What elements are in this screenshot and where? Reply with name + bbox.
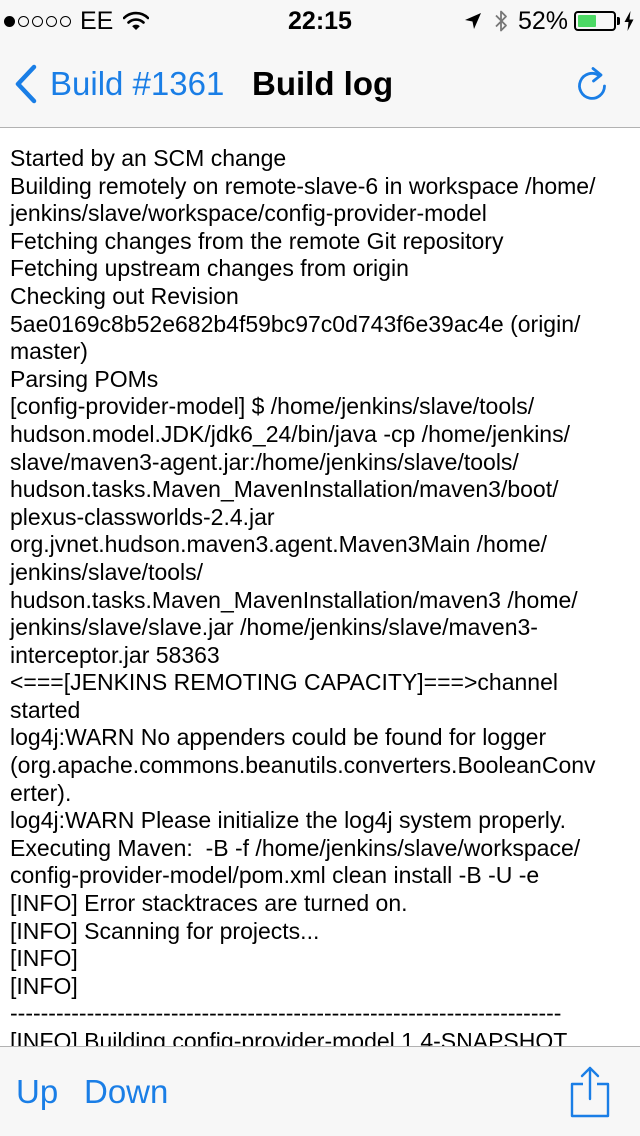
log-line: Fetching upstream changes from origin: [10, 255, 409, 282]
log-line: log4j:WARN No appenders could be found f…: [10, 724, 547, 751]
log-line: org.jvnet.hudson.maven3.agent.Maven3Main…: [10, 531, 547, 558]
log-line: (org.apache.commons.beanutils.converters…: [10, 752, 596, 779]
log-line: <===[JENKINS REMOTING CAPACITY]===>chann…: [10, 669, 558, 696]
screen: EE 22:15 52% Build #1361 Build log Start…: [0, 0, 640, 1136]
scroll-up-button[interactable]: Up: [16, 1047, 58, 1136]
build-log-text: Started by an SCM change Building remotel…: [10, 145, 620, 1046]
log-line: [config-provider-model] $ /home/jenkins/…: [10, 393, 535, 420]
log-line: Started by an SCM change: [10, 145, 287, 171]
log-line: jenkins/slave/slave.jar /home/jenkins/sl…: [10, 614, 538, 641]
log-line: Executing Maven: -B -f /home/jenkins/sla…: [10, 834, 581, 861]
bottom-toolbar: Up Down: [0, 1046, 640, 1136]
log-line: jenkins/slave/tools/: [10, 558, 204, 585]
back-button[interactable]: Build #1361: [14, 40, 224, 128]
charging-bolt-icon: [624, 11, 634, 31]
battery-level-fill: [578, 15, 596, 27]
log-line: slave/maven3-agent.jar:/home/jenkins/sla…: [10, 448, 519, 475]
build-log-view[interactable]: Started by an SCM change Building remotel…: [0, 128, 640, 1046]
share-icon: [570, 1066, 610, 1118]
scroll-down-button[interactable]: Down: [84, 1047, 168, 1136]
log-line: 5ae0169c8b52e682b4f59bc97c0d743f6e39ac4e…: [10, 310, 581, 337]
log-line: ----------------------------------------…: [10, 1000, 562, 1027]
battery-percentage: 52%: [517, 7, 568, 35]
log-line: hudson.tasks.Maven_MavenInstallation/mav…: [10, 476, 559, 503]
battery-tip: [617, 17, 620, 25]
log-line: [INFO] Building config-provider-model 1.…: [10, 1028, 568, 1046]
log-line: [INFO]: [10, 972, 78, 999]
log-line: [INFO] Scanning for projects...: [10, 917, 320, 944]
log-line: Fetching changes from the remote Git rep…: [10, 227, 504, 254]
log-line: jenkins/slave/workspace/config-provider-…: [10, 200, 487, 227]
log-line: [INFO]: [10, 945, 78, 972]
bluetooth-icon: [494, 9, 508, 33]
chevron-left-icon: [14, 64, 38, 104]
refresh-button[interactable]: [572, 64, 612, 104]
refresh-icon: [575, 66, 609, 102]
status-bar: EE 22:15 52%: [0, 0, 640, 40]
log-line: log4j:WARN Please initialize the log4j s…: [10, 807, 567, 834]
log-line: [INFO] Error stacktraces are turned on.: [10, 890, 408, 917]
log-line: hudson.model.JDK/jdk6_24/bin/java -cp /h…: [10, 420, 570, 447]
log-line: config-provider-model/pom.xml clean inst…: [10, 862, 540, 889]
log-line: erter).: [10, 779, 72, 806]
log-line: Parsing POMs: [10, 365, 159, 392]
battery-icon: [574, 11, 616, 31]
share-button[interactable]: [568, 1065, 612, 1119]
log-line: Building remotely on remote-slave-6 in w…: [10, 172, 596, 199]
status-right: 52%: [464, 8, 634, 34]
page-title: Build log: [252, 65, 394, 102]
log-line: plexus-classworlds-2.4.jar: [10, 503, 275, 530]
back-button-label: Build #1361: [50, 65, 225, 102]
log-line: interceptor.jar 58363: [10, 641, 220, 668]
location-arrow-icon: [464, 12, 482, 30]
log-line: hudson.tasks.Maven_MavenInstallation/mav…: [10, 586, 578, 613]
log-line: Checking out Revision: [10, 282, 239, 309]
log-line: started: [10, 696, 81, 723]
log-line: master): [10, 338, 88, 365]
navigation-bar: Build #1361 Build log: [0, 40, 640, 128]
